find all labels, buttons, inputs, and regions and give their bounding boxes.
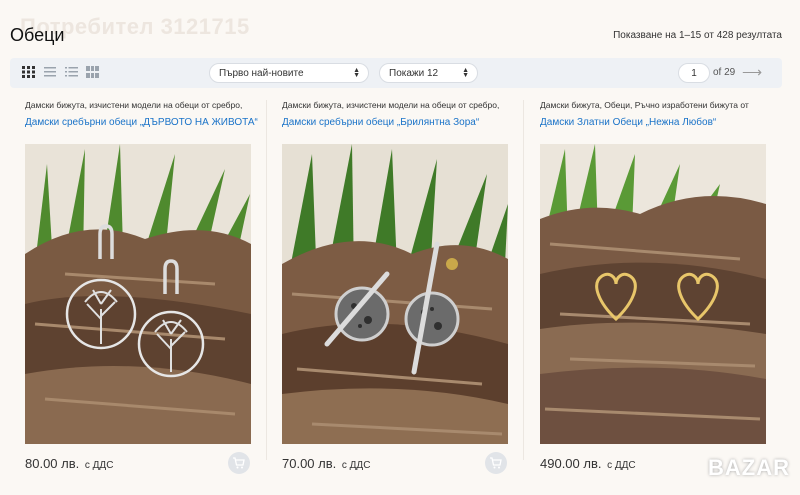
product-card: Дамски бижута, Обеци, Ръчно изработени б…: [540, 96, 785, 491]
price-value: 490.00 лв.: [540, 456, 602, 471]
per-page-select-value: Покажи 12: [389, 68, 439, 79]
product-price: 490.00 лв. с ДДС: [540, 456, 636, 471]
product-card: Дамски бижута, изчистени модели на обеци…: [25, 96, 270, 491]
product-title-link[interactable]: Дамски сребърни обеци „ДЪРВОТО НА ЖИВОТА…: [25, 117, 258, 128]
toolbar: Първо най-новите ▲ ▼ Покажи 12 ▲ ▼ 1 of 29…: [10, 58, 782, 88]
add-to-cart-button[interactable]: [228, 452, 250, 474]
product-price: 80.00 лв. с ДДС: [25, 456, 113, 471]
product-price: 70.00 лв. с ДДС: [282, 456, 370, 471]
next-page-arrow-icon[interactable]: ⟶: [742, 64, 762, 81]
cart-icon: [490, 457, 502, 469]
grid-large-icon[interactable]: [22, 66, 36, 78]
product-image[interactable]: [25, 144, 251, 444]
page-number-input[interactable]: 1: [678, 63, 710, 83]
product-image[interactable]: [282, 144, 508, 444]
sort-select[interactable]: Първо най-новите ▲ ▼: [209, 63, 369, 83]
select-arrows-icon: ▲ ▼: [462, 67, 469, 79]
list-icon[interactable]: [44, 66, 58, 78]
price-vat: с ДДС: [607, 460, 636, 471]
column-divider: [523, 100, 524, 460]
bazar-logo: BAZAR: [708, 455, 790, 480]
product-card: Дамски бижута, изчистени модели на обеци…: [282, 96, 527, 491]
price-vat: с ДДС: [84, 460, 114, 471]
column-divider: [266, 100, 267, 460]
price-value: 70.00 лв.: [282, 456, 337, 471]
product-category: Дамски бижута, изчистени модели на обеци…: [25, 100, 243, 110]
product-image[interactable]: [540, 144, 766, 444]
product-title-link[interactable]: Дамски сребърни обеци „Брилянтна Зора“: [282, 117, 479, 128]
results-count: Показване на 1–15 от 428 резултата: [613, 30, 782, 41]
list-detailed-icon[interactable]: [65, 66, 79, 78]
price-value: 80.00 лв.: [25, 456, 80, 471]
cart-icon: [233, 457, 245, 469]
page-total: of 29: [713, 67, 736, 78]
pagination: 1 of 29 ⟶: [678, 63, 770, 83]
product-category: Дамски бижута, Обеци, Ръчно изработени б…: [540, 100, 749, 110]
select-arrows-icon: ▲ ▼: [353, 67, 360, 79]
product-category: Дамски бижута, изчистени модели на обеци…: [282, 100, 500, 110]
grid-small-icon[interactable]: [86, 66, 100, 78]
add-to-cart-button[interactable]: [485, 452, 507, 474]
page-title: Обеци: [10, 25, 65, 45]
product-title-link[interactable]: Дамски Златни Обеци „Нежна Любов“: [540, 117, 716, 128]
price-vat: с ДДС: [341, 460, 371, 471]
sort-select-value: Първо най-новите: [219, 68, 304, 79]
per-page-select[interactable]: Покажи 12 ▲ ▼: [379, 63, 478, 83]
